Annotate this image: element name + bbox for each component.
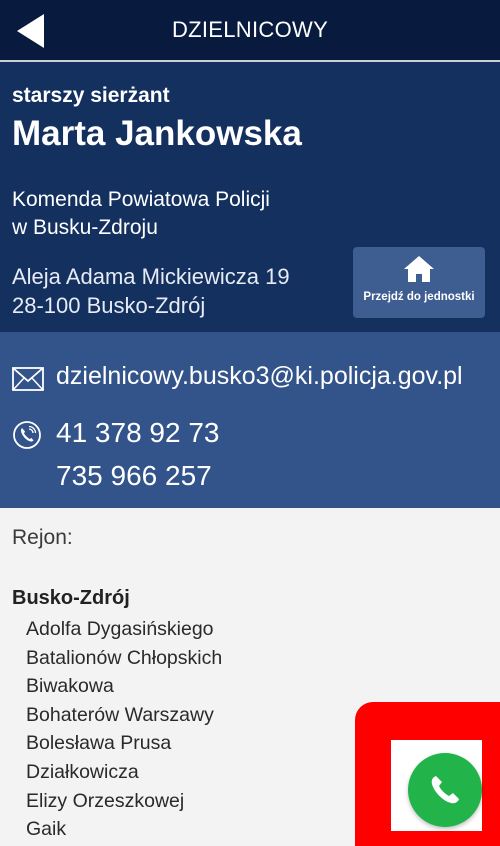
go-to-unit-button[interactable]: Przejdź do jednostki: [353, 247, 485, 318]
call-button[interactable]: [408, 753, 482, 827]
app-header: DZIELNICOWY: [0, 0, 500, 62]
email-link[interactable]: dzielnicowy.busko3@ki.policja.gov.pl: [56, 362, 463, 391]
street-item: Biwakowa: [26, 675, 114, 698]
address-line-1: Aleja Adama Mickiewicza 19: [12, 264, 290, 289]
street-item: Elizy Orzeszkowej: [26, 789, 185, 812]
envelope-icon: [12, 367, 44, 391]
officer-rank: starszy sierżant: [12, 84, 170, 107]
go-to-unit-label: Przejdź do jednostki: [363, 291, 475, 303]
page-title: DZIELNICOWY: [171, 17, 329, 42]
call-icon: [431, 776, 459, 804]
unit-line-1: Komenda Powiatowa Policji: [12, 188, 270, 211]
phone-number-1[interactable]: 41 378 92 73: [56, 417, 220, 449]
street-item: Bolesława Prusa: [26, 732, 172, 755]
street-item: Działkowicza: [26, 760, 139, 783]
street-item: Adolfa Dygasińskiego: [26, 618, 214, 640]
region-city: Busko-Zdrój: [12, 587, 130, 609]
police-unit: Komenda Powiatowa Policji w Busku-Zdroju: [12, 186, 270, 242]
street-item: Bohaterów Warszawy: [26, 703, 214, 726]
home-icon: [404, 256, 434, 282]
street-item: Batalionów Chłopskich: [26, 646, 223, 669]
officer-card: starszy sierżant Marta Jankowska Komenda…: [0, 62, 500, 332]
phone-number-2[interactable]: 735 966 257: [56, 460, 212, 492]
contact-section: dzielnicowy.busko3@ki.policja.gov.pl 41 …: [0, 332, 500, 508]
unit-line-2: w Busku-Zdroju: [12, 216, 158, 239]
unit-address: Aleja Adama Mickiewicza 19 28-100 Busko-…: [12, 262, 290, 320]
street-list: Adolfa Dygasińskiego Batalionów Chłopski…: [26, 615, 222, 844]
region-label: Rejon:: [12, 526, 73, 549]
street-item: Gaik: [26, 818, 67, 841]
address-line-2: 28-100 Busko-Zdrój: [12, 293, 206, 318]
phone-icon: [13, 421, 41, 449]
officer-name: Marta Jankowska: [12, 114, 302, 153]
